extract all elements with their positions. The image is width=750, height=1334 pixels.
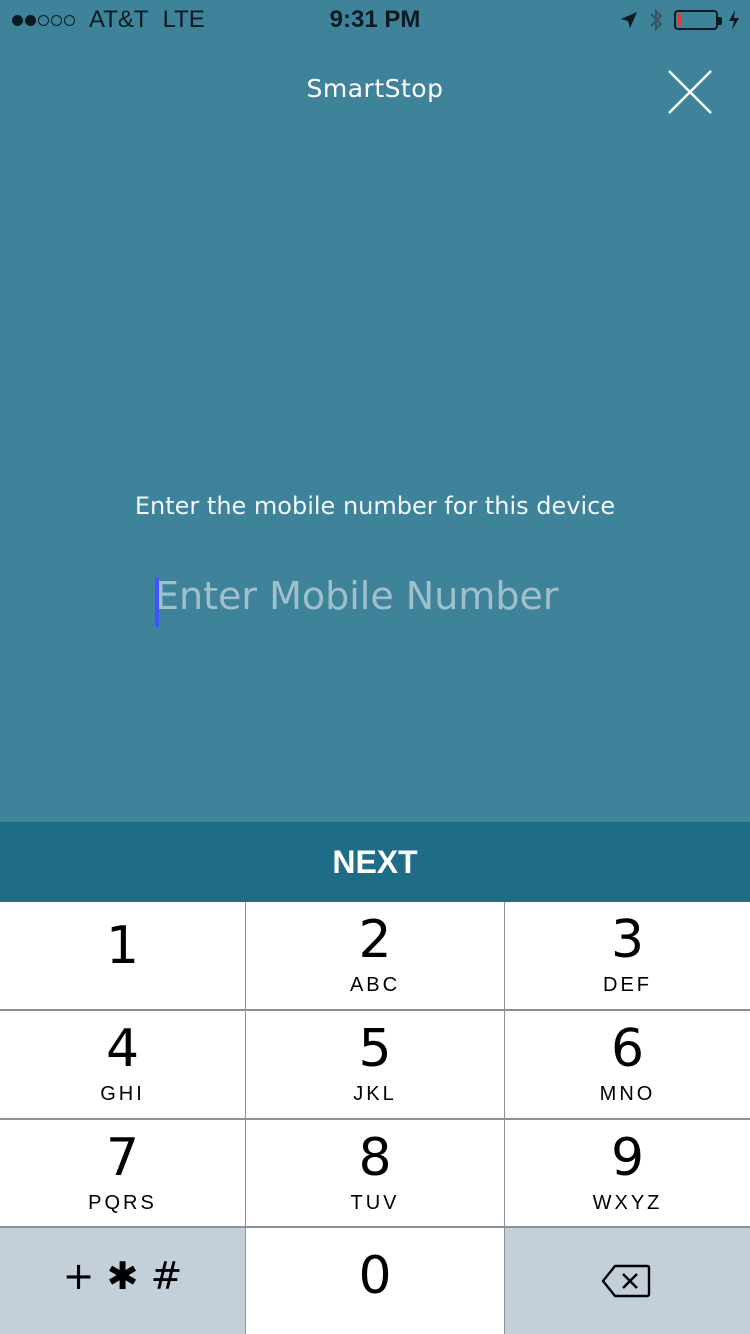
status-bar: AT&T LTE 9:31 PM [0, 0, 750, 40]
brand-title: SmartStop [306, 74, 444, 103]
text-cursor [155, 577, 159, 627]
status-right [620, 6, 740, 34]
key-letters: TUV [350, 1192, 400, 1214]
key-6[interactable]: 6 MNO [505, 1011, 750, 1118]
backspace-icon [601, 1264, 651, 1298]
close-button[interactable] [666, 68, 714, 116]
key-digit: 1 [105, 916, 140, 976]
battery-level [678, 14, 682, 26]
battery-icon [674, 10, 722, 30]
key-digit: 8 [358, 1128, 392, 1188]
mobile-number-input[interactable] [155, 566, 615, 626]
symbols-label: + ✱ # [62, 1254, 183, 1298]
key-letters: ABC [349, 974, 401, 996]
key-8[interactable]: 8 TUV [246, 1120, 504, 1226]
charging-bolt-icon [729, 10, 739, 30]
key-2[interactable]: 2 ABC [246, 902, 504, 1009]
key-digit: 5 [358, 1019, 392, 1079]
key-letters: GHI [100, 1083, 145, 1105]
key-letters: WXYZ [592, 1192, 663, 1214]
key-digit: 4 [105, 1019, 140, 1079]
delete-key[interactable] [505, 1228, 750, 1334]
key-4[interactable]: 4 GHI [0, 1011, 245, 1118]
key-9[interactable]: 9 WXYZ [505, 1120, 750, 1226]
key-digit: 0 [358, 1246, 392, 1306]
mobile-number-prompt: Enter the mobile number for this device [134, 492, 616, 520]
key-7[interactable]: 7 PQRS [0, 1120, 245, 1226]
key-digit: 6 [610, 1019, 645, 1079]
key-letters: JKL [353, 1083, 397, 1105]
key-1[interactable]: 1 [0, 902, 245, 1009]
key-3[interactable]: 3 DEF [505, 902, 750, 1009]
numeric-keypad: 1 2 ABC 3 DEF 4 GHI 5 JKL 6 MNO 7 PQRS 8… [0, 902, 750, 1334]
key-letters: MNO [599, 1083, 656, 1105]
next-button[interactable]: NEXT [0, 822, 750, 902]
bluetooth-icon [650, 8, 663, 32]
key-symbols[interactable]: + ✱ # [0, 1228, 245, 1334]
location-arrow-icon [621, 12, 637, 28]
key-digit: 7 [105, 1128, 140, 1188]
key-0[interactable]: 0 [246, 1228, 504, 1334]
key-digit: 3 [610, 910, 645, 970]
key-letters: PQRS [88, 1192, 157, 1214]
key-5[interactable]: 5 JKL [246, 1011, 504, 1118]
key-digit: 2 [358, 910, 392, 970]
key-digit: 9 [610, 1128, 645, 1188]
key-letters: DEF [603, 974, 652, 996]
close-icon [668, 70, 712, 114]
